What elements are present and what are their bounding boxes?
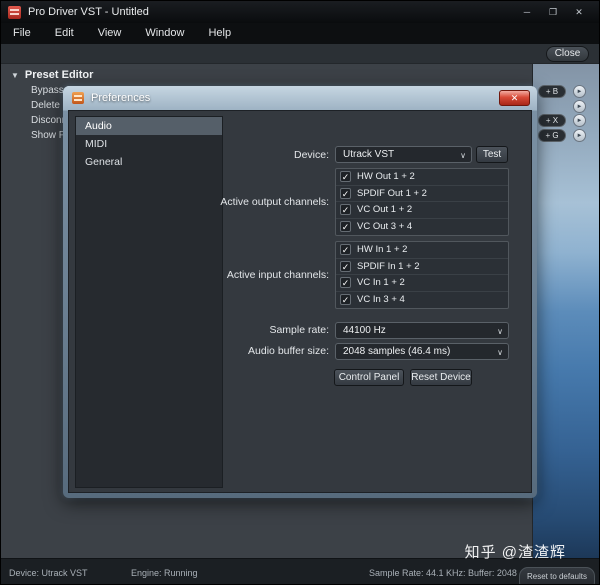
chevron-down-icon: ∨ bbox=[460, 151, 466, 160]
sample-rate-label: Sample rate: bbox=[269, 324, 329, 336]
app-icon bbox=[8, 5, 21, 19]
test-button[interactable]: Test bbox=[476, 146, 508, 163]
preferences-app-icon bbox=[72, 92, 84, 104]
tab-audio[interactable]: Audio bbox=[76, 117, 222, 135]
app-window: Pro Driver VST - Untitled ─ ❐ ✕ File Edi… bbox=[0, 0, 600, 585]
shortcut-badge-g: + G bbox=[538, 129, 566, 142]
checkbox-checked[interactable]: ✓ bbox=[340, 171, 351, 183]
reset-device-button[interactable]: Reset Device bbox=[410, 369, 472, 386]
preferences-tab-list: Audio MIDI General bbox=[75, 116, 223, 488]
preferences-title: Preferences bbox=[91, 92, 151, 104]
checkbox-checked[interactable]: ✓ bbox=[340, 221, 351, 233]
sample-rate-dropdown[interactable]: 44100 Hz ∨ bbox=[335, 322, 509, 339]
close-button[interactable]: Close bbox=[546, 46, 589, 62]
toolbar: Close bbox=[1, 44, 599, 64]
chevron-down-icon: ∨ bbox=[497, 327, 503, 336]
preset-action-icon[interactable]: ► bbox=[573, 114, 586, 127]
control-panel-button[interactable]: Control Panel bbox=[334, 369, 404, 386]
preset-action-icon[interactable]: ► bbox=[573, 129, 586, 142]
preset-action-icon[interactable]: ► bbox=[573, 100, 586, 113]
status-device: Device: Utrack VST bbox=[9, 568, 88, 578]
menu-view[interactable]: View bbox=[86, 23, 134, 44]
watermark: 知乎 @渣渣辉 bbox=[464, 544, 566, 561]
minimize-icon[interactable]: ─ bbox=[520, 7, 534, 18]
status-engine: Engine: Running bbox=[131, 568, 198, 578]
shortcut-badge-x: + X bbox=[538, 114, 566, 127]
device-value: Utrack VST bbox=[343, 149, 395, 160]
list-item[interactable]: ✓ VC Out 1 + 2 bbox=[336, 202, 508, 219]
menu-help[interactable]: Help bbox=[196, 23, 243, 44]
list-item[interactable]: ✓ VC Out 3 + 4 bbox=[336, 219, 508, 236]
shortcut-badge-b: + B bbox=[538, 85, 566, 98]
preset-editor-title: Preset Editor bbox=[24, 69, 94, 81]
output-channels-label: Active output channels: bbox=[220, 196, 329, 208]
checkbox-checked[interactable]: ✓ bbox=[340, 187, 351, 199]
preferences-dialog: Preferences ✕ Audio MIDI General Device:… bbox=[63, 86, 537, 498]
list-item[interactable]: ✓ SPDIF In 1 + 2 bbox=[336, 259, 508, 275]
list-item[interactable]: ✓ VC In 3 + 4 bbox=[336, 292, 508, 309]
buffer-size-label: Audio buffer size: bbox=[248, 345, 329, 357]
input-channels-list: ✓ HW In 1 + 2 ✓ SPDIF In 1 + 2 ✓ VC In 1… bbox=[335, 241, 509, 309]
list-item[interactable]: ✓ SPDIF Out 1 + 2 bbox=[336, 186, 508, 202]
preset-action-icon[interactable]: ► bbox=[573, 85, 586, 98]
checkbox-checked[interactable]: ✓ bbox=[340, 294, 351, 306]
preset-editor-header[interactable]: ▼ Preset Editor bbox=[11, 69, 93, 81]
output-channels-list: ✓ HW Out 1 + 2 ✓ SPDIF Out 1 + 2 ✓ VC Ou… bbox=[335, 168, 509, 236]
list-item[interactable]: ✓ VC In 1 + 2 bbox=[336, 275, 508, 292]
checkbox-checked[interactable]: ✓ bbox=[340, 204, 351, 216]
buffer-size-value: 2048 samples (46.4 ms) bbox=[343, 346, 451, 357]
device-label: Device: bbox=[293, 149, 329, 161]
window-title: Pro Driver VST - Untitled bbox=[28, 6, 149, 18]
checkbox-checked[interactable]: ✓ bbox=[340, 277, 351, 289]
triangle-down-icon: ▼ bbox=[11, 70, 19, 80]
list-item[interactable]: ✓ HW In 1 + 2 bbox=[336, 242, 508, 259]
checkbox-checked[interactable]: ✓ bbox=[340, 260, 351, 272]
preferences-title-bar[interactable]: Preferences bbox=[63, 86, 537, 110]
status-sample-rate: Sample Rate: 44.1 KHz: Buffer: 2048 bbox=[369, 568, 517, 578]
sample-rate-value: 44100 Hz bbox=[343, 325, 386, 336]
dialog-close-button[interactable]: ✕ bbox=[499, 90, 530, 106]
close-icon[interactable]: ✕ bbox=[572, 7, 586, 18]
menu-edit[interactable]: Edit bbox=[43, 23, 86, 44]
list-item[interactable]: ✓ HW Out 1 + 2 bbox=[336, 169, 508, 186]
buffer-size-dropdown[interactable]: 2048 samples (46.4 ms) ∨ bbox=[335, 343, 509, 360]
device-dropdown[interactable]: Utrack VST ∨ bbox=[335, 146, 472, 163]
checkbox-checked[interactable]: ✓ bbox=[340, 244, 351, 256]
preferences-body: Audio MIDI General Device: Utrack VST ∨ … bbox=[68, 110, 532, 493]
maximize-icon[interactable]: ❐ bbox=[546, 7, 560, 18]
menu-bar: File Edit View Window Help bbox=[1, 23, 599, 44]
title-bar: Pro Driver VST - Untitled ─ ❐ ✕ bbox=[1, 1, 599, 23]
menu-window[interactable]: Window bbox=[133, 23, 196, 44]
chevron-down-icon: ∨ bbox=[497, 348, 503, 357]
preset-item-disconnect[interactable]: Disconn bbox=[31, 115, 67, 126]
input-channels-label: Active input channels: bbox=[226, 269, 329, 281]
reset-to-defaults-button[interactable]: Reset to defaults bbox=[519, 567, 595, 584]
menu-file[interactable]: File bbox=[1, 23, 43, 44]
